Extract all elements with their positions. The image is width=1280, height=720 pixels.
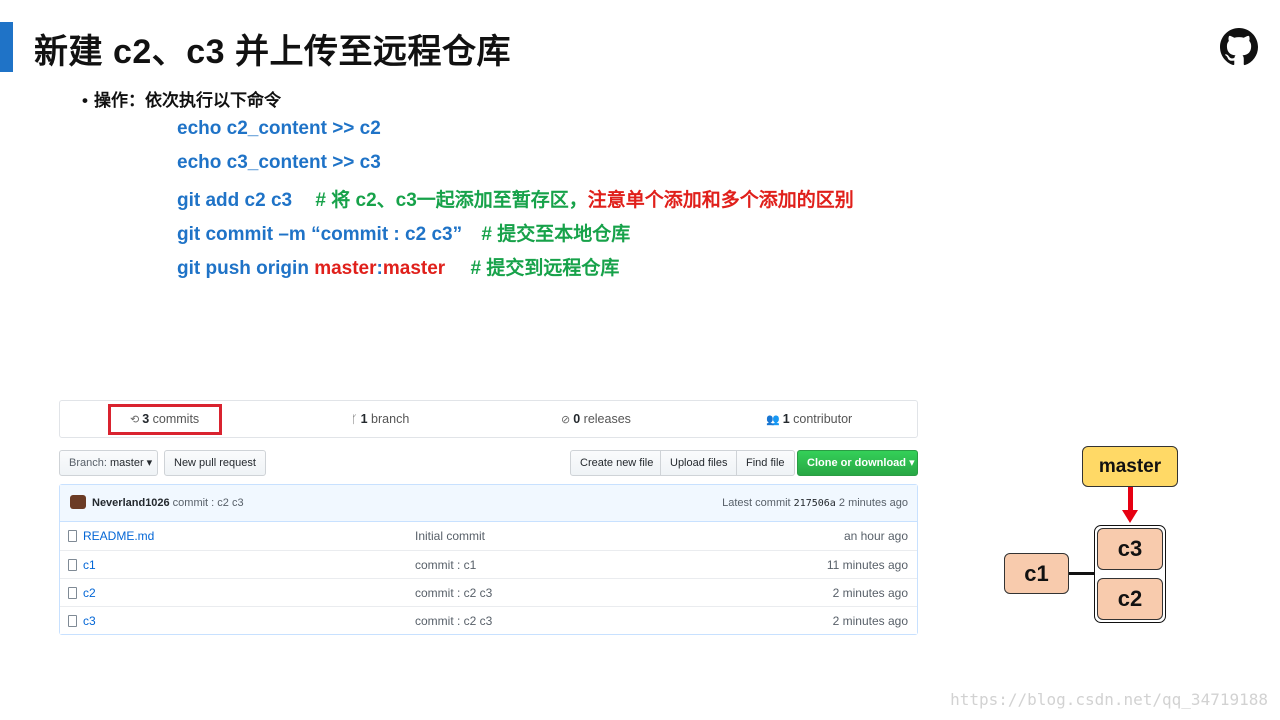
file-name-link[interactable]: c2 — [83, 586, 96, 600]
command-line-2: echo c3_content >> c3 — [177, 152, 381, 173]
table-row: README.md Initial commit an hour ago — [60, 522, 917, 550]
table-row: c2 commit : c2 c3 2 minutes ago — [60, 578, 917, 606]
file-commit-message[interactable]: commit : c1 — [415, 558, 476, 572]
command-comment: # 提交到远程仓库 — [470, 258, 620, 279]
file-age: an hour ago — [843, 529, 908, 543]
command-text: git add c2 c3 — [177, 190, 293, 211]
file-commit-message[interactable]: commit : c2 c3 — [415, 614, 492, 628]
upload-files-button[interactable]: Upload files — [660, 450, 738, 476]
caret-down-icon: ▾ — [909, 457, 915, 469]
commit-sha[interactable]: 217506a — [794, 498, 836, 509]
arrow-line — [1128, 487, 1133, 512]
new-pull-request-button[interactable]: New pull request — [164, 450, 266, 476]
table-row: c1 commit : c1 11 minutes ago — [60, 550, 917, 578]
file-icon — [68, 615, 77, 627]
table-row: c3 commit : c2 c3 2 minutes ago — [60, 606, 917, 634]
releases-link[interactable]: ⊘ 0 releases — [561, 412, 631, 426]
command-line-5: git push origin master:master # 提交到远程仓库 — [177, 253, 619, 280]
commit-node-c2: c2 — [1097, 578, 1163, 620]
branch-select-button[interactable]: Branch: master ▾ — [59, 450, 158, 476]
create-new-file-button[interactable]: Create new file — [570, 450, 664, 476]
branch-link[interactable]: ᚴ1 branch — [351, 412, 409, 426]
master-pointer-box: master — [1082, 446, 1178, 487]
connector-line — [1069, 572, 1094, 575]
branch-name: master — [382, 258, 446, 279]
file-icon — [68, 530, 77, 542]
file-name-link[interactable]: c1 — [83, 558, 96, 572]
watermark: https://blog.csdn.net/qq_34719188 — [950, 690, 1268, 709]
command-text: git commit –m “commit : c2 c3” — [177, 224, 463, 245]
slide-title: 新建 c2、c3 并上传至远程仓库 — [34, 33, 512, 71]
branch-name: master — [314, 258, 377, 279]
file-list: README.md Initial commit an hour ago c1 comm… — [60, 522, 917, 634]
commits-link[interactable]: ⟲ 3 commits — [130, 412, 199, 426]
latest-commit-bar: Neverland1026 commit : c2 c3 Latest commi… — [60, 485, 917, 522]
github-repo-panel: ⟲ 3 commits ᚴ1 branch ⊘ 0 releases 👥 1 cont… — [59, 400, 918, 635]
repo-stats-bar: ⟲ 3 commits ᚴ1 branch ⊘ 0 releases 👥 1 cont… — [59, 400, 918, 438]
command-comment: # 提交至本地仓库 — [481, 224, 631, 245]
history-icon: ⟲ — [130, 414, 140, 426]
bullet-dot: • — [82, 91, 88, 110]
commit-author[interactable]: Neverland1026 commit : c2 c3 — [92, 497, 244, 509]
file-commit-message[interactable]: Initial commit — [415, 529, 485, 543]
file-commit-message[interactable]: commit : c2 c3 — [415, 586, 492, 600]
file-name-link[interactable]: README.md — [83, 529, 154, 543]
file-name-link[interactable]: c3 — [83, 614, 96, 628]
bullet-text: 操作：依次执行以下命令 — [93, 91, 281, 110]
instruction-bullet: • 操作：依次执行以下命令 — [82, 86, 281, 111]
command-line-3: git add c2 c3 # 将 c2、c3一起添加至暂存区，注意单个添加和多… — [177, 185, 854, 212]
latest-commit-info: Latest commit 217506a 2 minutes ago — [722, 497, 908, 509]
file-table: Neverland1026 commit : c2 c3 Latest commi… — [59, 484, 918, 635]
file-age: 11 minutes ago — [826, 558, 908, 572]
avatar[interactable] — [70, 495, 86, 509]
clone-download-button[interactable]: Clone or download ▾ — [797, 450, 918, 476]
file-icon — [68, 587, 77, 599]
command-line-4: git commit –m “commit : c2 c3” # 提交至本地仓库 — [177, 219, 630, 246]
commit-node-c3: c3 — [1097, 528, 1163, 570]
arrow-head — [1122, 510, 1138, 523]
caret-down-icon: ▾ — [146, 457, 153, 469]
commit-node-c1: c1 — [1004, 553, 1069, 594]
people-icon: 👥 — [766, 414, 780, 426]
github-icon — [1220, 28, 1258, 66]
find-file-button[interactable]: Find file — [736, 450, 795, 476]
file-age: 2 minutes ago — [832, 586, 908, 600]
branch-icon: ᚴ — [351, 414, 358, 426]
title-accent-bar — [0, 22, 13, 72]
command-comment: # 将 c2、c3一起添加至暂存区， — [315, 190, 588, 211]
file-age: 2 minutes ago — [832, 614, 908, 628]
tag-icon: ⊘ — [561, 414, 571, 426]
command-line-1: echo c2_content >> c2 — [177, 118, 381, 139]
contributors-link[interactable]: 👥 1 contributor — [766, 412, 852, 426]
repo-toolbar: Branch: master ▾ New pull request Create… — [59, 450, 918, 476]
command-note: 注意单个添加和多个添加的区别 — [587, 190, 854, 211]
file-icon — [68, 559, 77, 571]
commit-message[interactable]: commit : c2 c3 — [173, 497, 244, 509]
command-text: git push origin — [177, 258, 315, 279]
